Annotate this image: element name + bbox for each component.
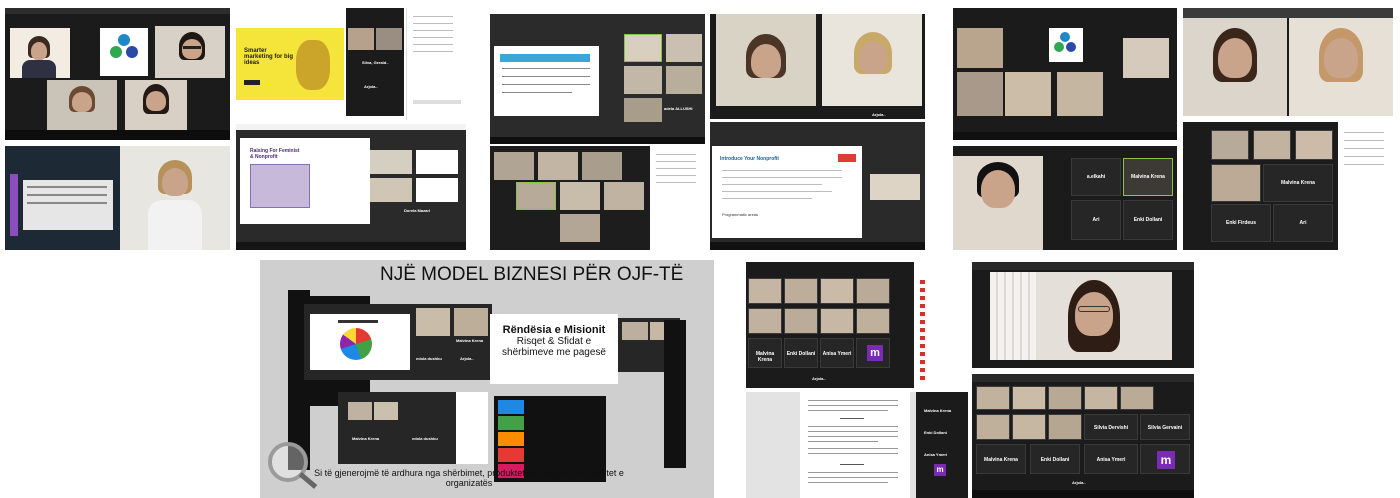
zoom-screenshot-c1 (953, 8, 1177, 140)
participant-name: Enki Dollani (1040, 456, 1070, 463)
slide-title: Smarter marketing for big ideas (244, 48, 294, 66)
participant-name: Malvina Krena (1131, 174, 1165, 181)
participant-name: Malvina Krena (352, 436, 380, 441)
participant-name: Silvia Gervaini (1147, 425, 1183, 432)
zoom-screenshot-a4: Raising For Feminist & Nonprofit Dorela … (236, 124, 466, 250)
zoom-screenshot-b3 (490, 146, 705, 250)
avatar: m (934, 464, 946, 476)
zoom-screenshot-b1: adela ALLUSHI (490, 14, 705, 144)
collage-caption: Si të gjenerojmë të ardhura nga shërbime… (314, 468, 624, 488)
participant-name: Arjola.. (1072, 480, 1086, 485)
zoom-screenshot-c2 (1183, 8, 1393, 116)
participant-name: Enki Dollani (1133, 216, 1163, 223)
participant-name: adela ALLUSHI (664, 106, 693, 111)
mission-slide: Rëndësia e Misionit Risqet & Sfidat e sh… (490, 314, 618, 384)
participant-name: Malvina Krena (456, 338, 484, 343)
slide-bullet: Programmatic areas (722, 212, 759, 217)
participant-name: Enki Dollani (924, 430, 947, 435)
zoom-screenshot-b4: Introduce Your Nonprofit Programmatic ar… (710, 122, 925, 250)
zoom-screenshot-d2 (972, 262, 1194, 368)
zoom-screenshot-a3: Smarter marketing for big ideas Silva, G… (236, 8, 466, 120)
participant-name: Malvina Krena (984, 456, 1018, 463)
collage-title: NJË MODEL BIZNESI PËR OJF-TË (380, 264, 684, 285)
participant-name: Arjola.. (812, 376, 826, 381)
zoom-screenshot-c3: a.elkahi Malvina Krena Ari Enki Dollani (953, 146, 1177, 250)
participant-name: Silvia Dervishi (1093, 425, 1129, 432)
participant-name: Dorela Mazari (404, 208, 431, 213)
participant-name: edola dushku (416, 356, 442, 361)
participant-name: edola dushku (412, 436, 438, 441)
participants-panel (650, 146, 705, 250)
document-screenshot: Malvina Krena Enki Dollani Anisa Ymeri m (746, 392, 968, 498)
participants-panel (406, 8, 466, 120)
zoom-screenshot-b2: Arjola.. (710, 14, 925, 119)
zoom-screenshot-c4: Malvina Krena Enki Firdeus Ari (1183, 122, 1393, 250)
slide-line: Risqet & Sfidat e (516, 336, 592, 347)
participant-name: Arjola.. (872, 112, 886, 117)
zoom-screenshot-a1 (5, 8, 230, 140)
slide-title: Introduce Your Nonprofit (720, 156, 779, 162)
participant-name: Ari (1299, 220, 1307, 227)
participant-name: Ari (1092, 216, 1100, 223)
participant-name: a.elkahi (1086, 174, 1106, 181)
zoom-screenshot-d3: Silvia Dervishi Silvia Gervaini Malvina … (972, 374, 1194, 498)
logo-tile (100, 28, 148, 76)
participant-name: Silva, Gerald.. (362, 60, 389, 65)
participants-panel (914, 262, 968, 388)
zoom-screenshot-d1: Malvina Krena Enki Dollani Anisa Ymeri m… (746, 262, 968, 388)
participant-name: Arjola.. (364, 84, 378, 89)
participant-name: Malvina Krena (755, 350, 775, 363)
participant-name: Enki Firdeus (1225, 220, 1256, 227)
collage-poster: NJË MODEL BIZNESI PËR OJF-TË Malvina Kre… (260, 260, 714, 498)
participant-name: Malvina Krena (924, 408, 952, 413)
logo-tile (1049, 28, 1083, 62)
slide-title: Raising For Feminist & Nonprofit (250, 148, 300, 160)
slide-line: shërbimeve me pagesë (502, 347, 606, 358)
participant-name: Anisa Ymeri (1096, 456, 1126, 463)
participant-name: Arjola.. (460, 356, 474, 361)
participant-name: Malvina Krena (1281, 180, 1315, 187)
zoom-screenshot-a2 (5, 146, 230, 250)
zoom-screenshot-collage-1: Malvina Krena edola dushku Arjola.. (304, 304, 492, 380)
participants-panel (1338, 122, 1393, 250)
participant-name: Anisa Ymeri (924, 452, 948, 457)
avatar: m (867, 345, 883, 361)
slide-heading: Rëndësia e Misionit (502, 324, 606, 336)
avatar: m (1157, 451, 1175, 469)
participant-name: Enki Dollani (786, 350, 816, 357)
zoom-screenshot-collage-3: Malvina Krena edola dushku (338, 392, 488, 464)
participant-name: Anisa Ymeri (822, 350, 852, 357)
